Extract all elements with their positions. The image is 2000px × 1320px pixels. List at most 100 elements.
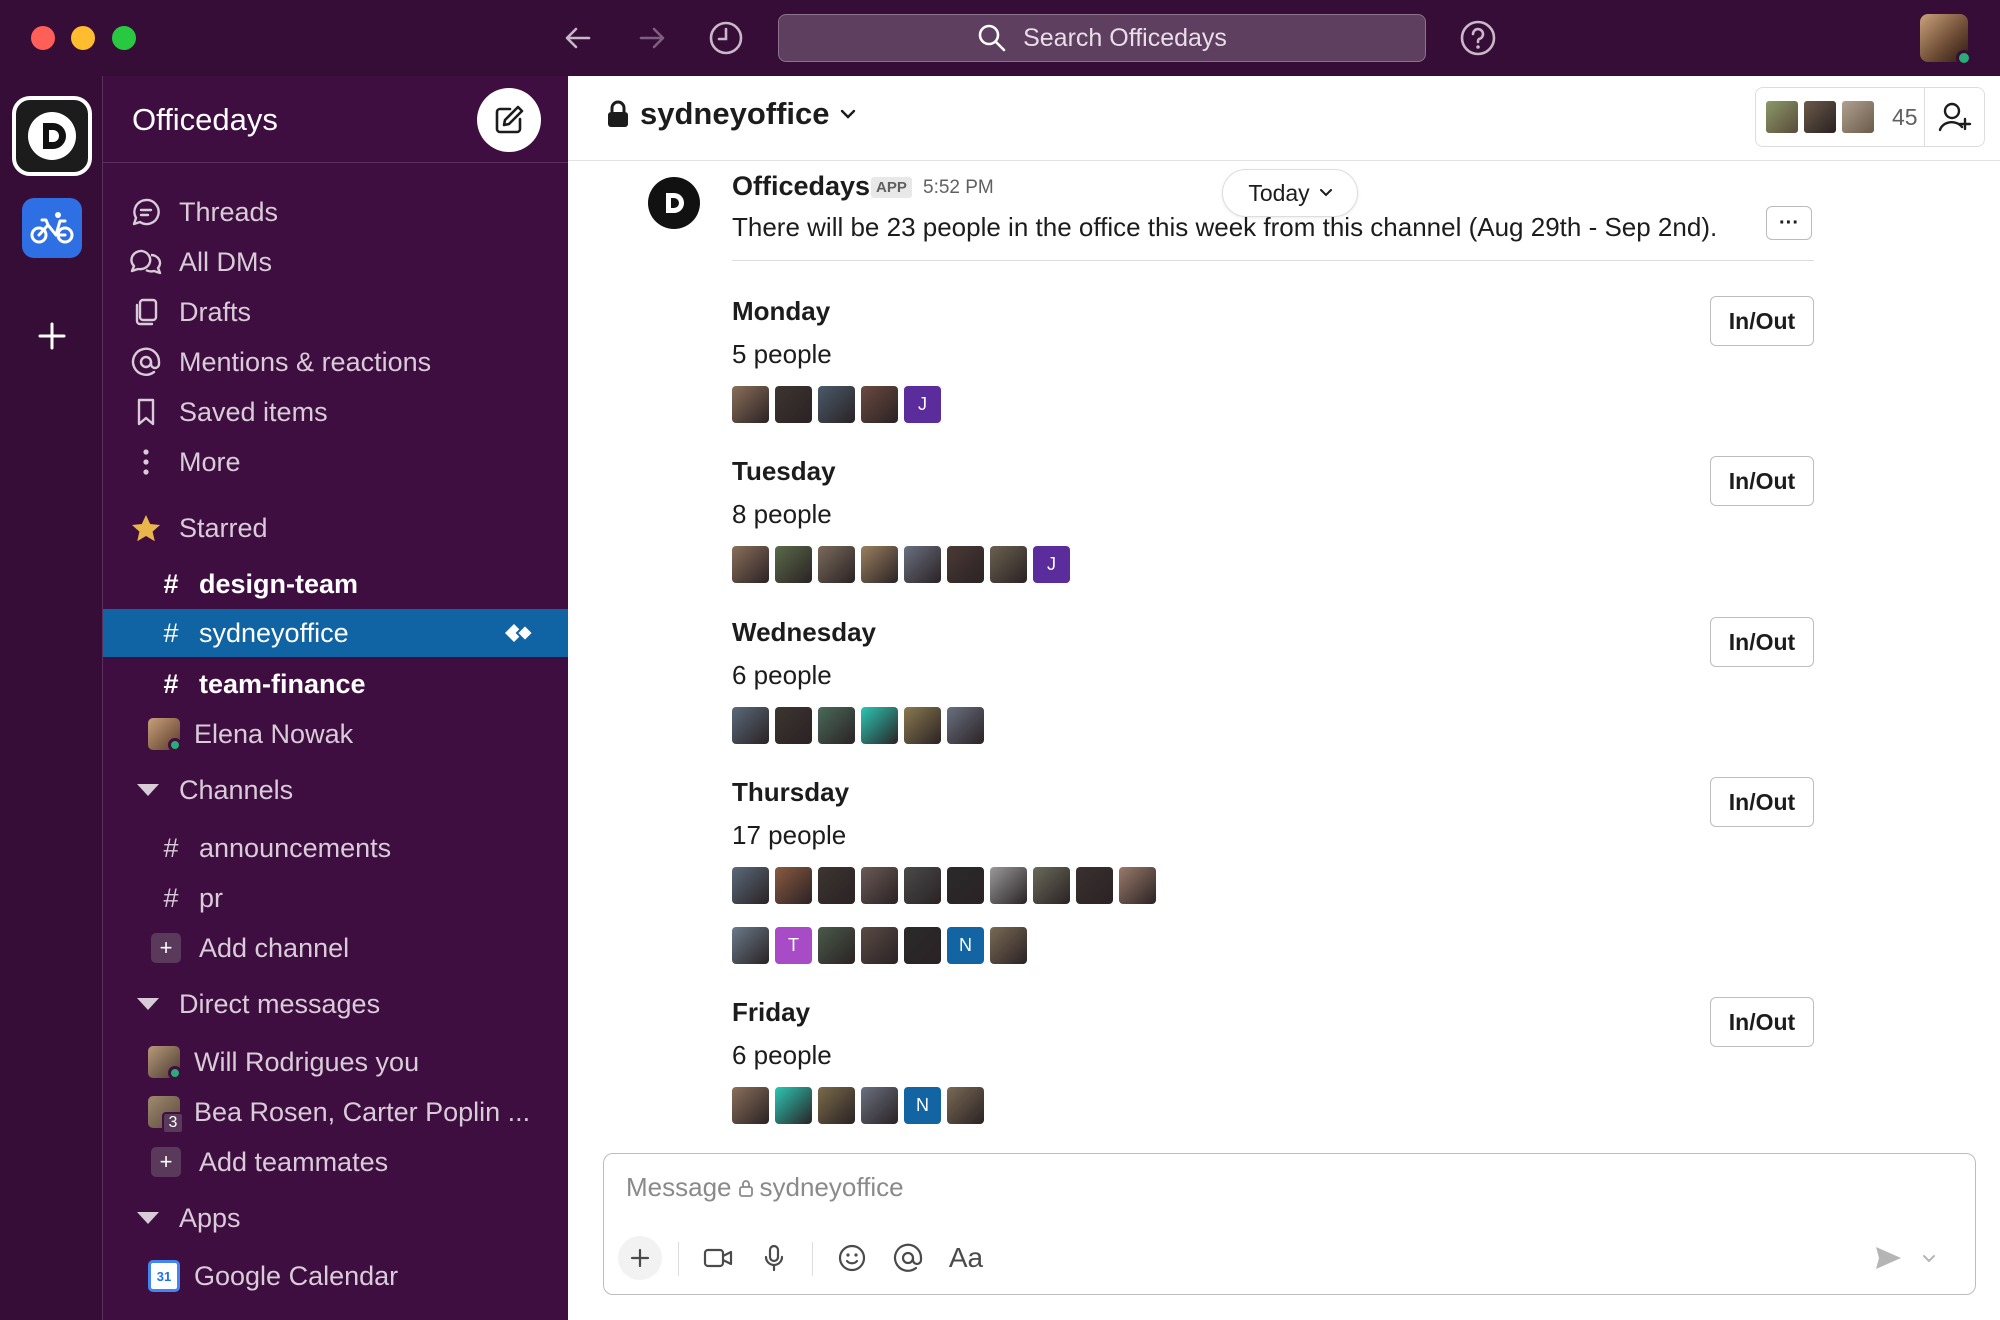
- attendee-avatar[interactable]: [775, 386, 812, 423]
- attendee-avatar[interactable]: N: [904, 1087, 941, 1124]
- compose-button[interactable]: [477, 88, 541, 152]
- video-clip-button[interactable]: [696, 1236, 740, 1280]
- in-out-button[interactable]: In/Out: [1710, 456, 1814, 506]
- sidebar-dm-elena-nowak[interactable]: Elena Nowak: [103, 710, 568, 758]
- sidebar-item-all-dms[interactable]: All DMs: [103, 238, 568, 286]
- attendee-avatar[interactable]: [947, 1087, 984, 1124]
- attendee-avatar[interactable]: [904, 927, 941, 964]
- add-workspace-button[interactable]: [22, 306, 82, 366]
- sidebar-channel-sydneyoffice[interactable]: # sydneyoffice: [103, 609, 568, 657]
- attendee-avatar[interactable]: [775, 1087, 812, 1124]
- attendee-avatar[interactable]: [861, 707, 898, 744]
- sidebar-channel-announcements[interactable]: # announcements: [103, 824, 568, 872]
- formatting-button[interactable]: Aa: [940, 1236, 992, 1280]
- attendee-avatar[interactable]: [818, 546, 855, 583]
- window-zoom-button[interactable]: [112, 26, 136, 50]
- workspace-name[interactable]: Officedays: [132, 102, 278, 138]
- send-button[interactable]: [1866, 1236, 1910, 1280]
- sidebar-dm-group[interactable]: 3 Bea Rosen, Carter Poplin ...: [103, 1088, 568, 1136]
- history-button[interactable]: [702, 14, 750, 62]
- attendee-avatar[interactable]: [775, 546, 812, 583]
- attendee-avatar[interactable]: [990, 867, 1027, 904]
- window-close-button[interactable]: [31, 26, 55, 50]
- attendee-avatar[interactable]: [904, 546, 941, 583]
- attendee-avatar[interactable]: [732, 867, 769, 904]
- attendee-avatar[interactable]: [947, 707, 984, 744]
- attendee-avatar[interactable]: [904, 707, 941, 744]
- attendee-avatar[interactable]: [990, 927, 1027, 964]
- channel-name-button[interactable]: sydneyoffice: [606, 96, 856, 132]
- section-apps[interactable]: Apps: [103, 1194, 568, 1242]
- add-member-button[interactable]: [1925, 87, 1985, 147]
- attendee-avatar[interactable]: [861, 867, 898, 904]
- attendee-avatar[interactable]: [1076, 867, 1113, 904]
- send-options-button[interactable]: [1914, 1236, 1944, 1280]
- attendee-avatar[interactable]: N: [947, 927, 984, 964]
- section-channels[interactable]: Channels: [103, 766, 568, 814]
- sidebar-dm-will-rodrigues[interactable]: Will Rodrigues you: [103, 1038, 568, 1086]
- help-button[interactable]: [1454, 14, 1502, 62]
- back-button[interactable]: [554, 14, 602, 62]
- in-out-button[interactable]: In/Out: [1710, 777, 1814, 827]
- message-composer[interactable]: Message sydneyoffice Aa: [603, 1153, 1976, 1295]
- attendee-avatar[interactable]: [732, 707, 769, 744]
- date-divider-button[interactable]: Today: [1222, 169, 1358, 217]
- sidebar-item-mentions[interactable]: Mentions & reactions: [103, 338, 568, 386]
- attendee-avatar[interactable]: [818, 927, 855, 964]
- attendee-avatar[interactable]: J: [904, 386, 941, 423]
- add-channel-button[interactable]: + Add channel: [103, 924, 568, 972]
- attendee-avatar[interactable]: T: [775, 927, 812, 964]
- sidebar-channel-design-team[interactable]: # design-team: [103, 560, 568, 608]
- section-label: Channels: [179, 774, 294, 805]
- attendee-avatar[interactable]: [947, 867, 984, 904]
- message-author[interactable]: Officedays: [732, 171, 870, 202]
- attendee-avatar[interactable]: [904, 867, 941, 904]
- attendee-avatar[interactable]: [861, 386, 898, 423]
- attendee-avatar[interactable]: [818, 1087, 855, 1124]
- sidebar-channel-team-finance[interactable]: # team-finance: [103, 660, 568, 708]
- in-out-button[interactable]: In/Out: [1710, 997, 1814, 1047]
- attendee-avatar[interactable]: J: [1033, 546, 1070, 583]
- section-direct-messages[interactable]: Direct messages: [103, 980, 568, 1028]
- attendee-avatar[interactable]: [1119, 867, 1156, 904]
- message-timestamp[interactable]: 5:52 PM: [923, 177, 994, 199]
- in-out-button[interactable]: In/Out: [1710, 617, 1814, 667]
- attach-button[interactable]: [618, 1236, 662, 1280]
- workspace-officedays-button[interactable]: [12, 96, 92, 176]
- attendee-avatar[interactable]: [818, 867, 855, 904]
- sidebar-item-more[interactable]: More: [103, 438, 568, 486]
- workspace-cycling-button[interactable]: [22, 198, 82, 258]
- attendee-avatar[interactable]: [947, 546, 984, 583]
- attendee-avatar[interactable]: [775, 867, 812, 904]
- attendee-avatar[interactable]: [861, 546, 898, 583]
- window-minimize-button[interactable]: [71, 26, 95, 50]
- sidebar-item-saved[interactable]: Saved items: [103, 388, 568, 436]
- attendee-avatar[interactable]: [990, 546, 1027, 583]
- sidebar-channel-pr[interactable]: # pr: [103, 874, 568, 922]
- attendee-avatar[interactable]: [775, 707, 812, 744]
- attendee-avatar[interactable]: [861, 1087, 898, 1124]
- in-out-button[interactable]: In/Out: [1710, 296, 1814, 346]
- mention-button[interactable]: [886, 1236, 930, 1280]
- attendee-avatar[interactable]: [732, 546, 769, 583]
- message-input[interactable]: Message sydneyoffice: [626, 1172, 904, 1203]
- message-overflow-button[interactable]: ···: [1766, 206, 1812, 240]
- audio-clip-button[interactable]: [752, 1236, 796, 1280]
- emoji-button[interactable]: [830, 1236, 874, 1280]
- forward-button[interactable]: [628, 14, 676, 62]
- sidebar-app-google-calendar[interactable]: 31 Google Calendar: [103, 1252, 568, 1300]
- sidebar-item-drafts[interactable]: Drafts: [103, 288, 568, 336]
- attendee-avatar[interactable]: [732, 1087, 769, 1124]
- search-bar[interactable]: Search Officedays: [778, 14, 1426, 62]
- attendee-avatar[interactable]: [818, 386, 855, 423]
- sidebar-item-threads[interactable]: Threads: [103, 188, 568, 236]
- section-starred[interactable]: Starred: [103, 504, 568, 552]
- member-list-button[interactable]: 45: [1755, 87, 1925, 147]
- add-teammates-button[interactable]: + Add teammates: [103, 1138, 568, 1186]
- attendee-avatar[interactable]: [818, 707, 855, 744]
- attendee-avatar[interactable]: [732, 386, 769, 423]
- attendee-avatar[interactable]: [1033, 867, 1070, 904]
- officedays-app-avatar[interactable]: [648, 177, 700, 229]
- attendee-avatar[interactable]: [861, 927, 898, 964]
- attendee-avatar[interactable]: [732, 927, 769, 964]
